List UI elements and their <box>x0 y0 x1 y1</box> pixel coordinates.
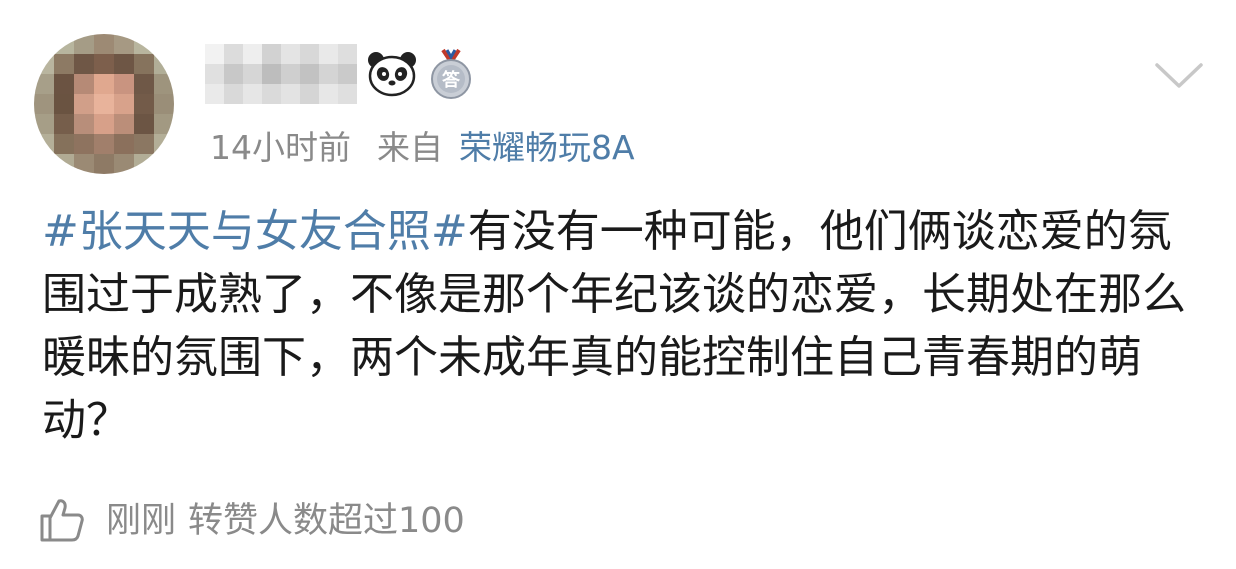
username[interactable] <box>205 44 357 104</box>
from-label: 来自 <box>377 128 443 167</box>
device-link[interactable]: 荣耀畅玩8A <box>459 128 635 167</box>
thumbs-up-icon[interactable] <box>38 496 86 544</box>
panda-icon[interactable] <box>366 50 418 98</box>
footer-time: 刚刚 <box>106 501 177 541</box>
post-meta: 14小时前 来自 荣耀畅玩8A <box>210 128 635 168</box>
medal-char: 答 <box>442 69 461 91</box>
footer-repost-count: 转赞人数超过100 <box>188 501 465 541</box>
footer-status: 刚刚 转赞人数超过100 <box>106 499 465 543</box>
post-content: #张天天与女友合照#有没有一种可能，他们俩谈恋爱的氛围过于成熟了，不像是那个年纪… <box>42 200 1202 452</box>
medal-icon[interactable]: 答 <box>429 48 473 100</box>
topic-link[interactable]: #张天天与女友合照# <box>42 206 468 257</box>
chevron-down-icon[interactable] <box>1154 60 1204 90</box>
post-time: 14小时前 <box>210 128 351 167</box>
avatar[interactable] <box>34 34 174 174</box>
